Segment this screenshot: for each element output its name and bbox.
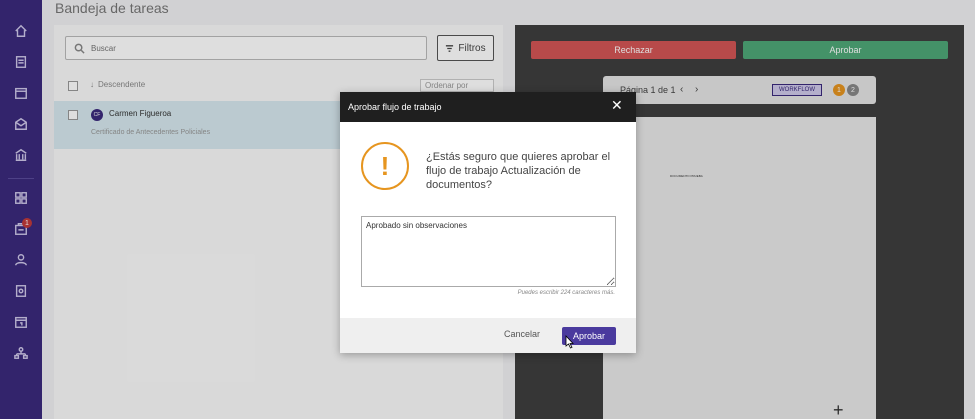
close-icon[interactable]: ✕ [611, 98, 623, 112]
char-count-note: Puedes escribir 224 caracteres más. [517, 290, 615, 296]
warning-icon: ! [361, 142, 409, 190]
dialog-message: ¿Estás seguro que quieres aprobar el flu… [426, 151, 611, 191]
cancel-button[interactable]: Cancelar [504, 329, 540, 339]
cursor-icon [565, 335, 574, 349]
comment-textarea[interactable]: Aprobado sin observaciones [361, 216, 616, 287]
approve-dialog: Aprobar flujo de trabajo ✕ ! ¿Estás segu… [340, 92, 636, 353]
dialog-title: Aprobar flujo de trabajo [348, 102, 442, 112]
dialog-header: Aprobar flujo de trabajo ✕ [340, 92, 636, 122]
